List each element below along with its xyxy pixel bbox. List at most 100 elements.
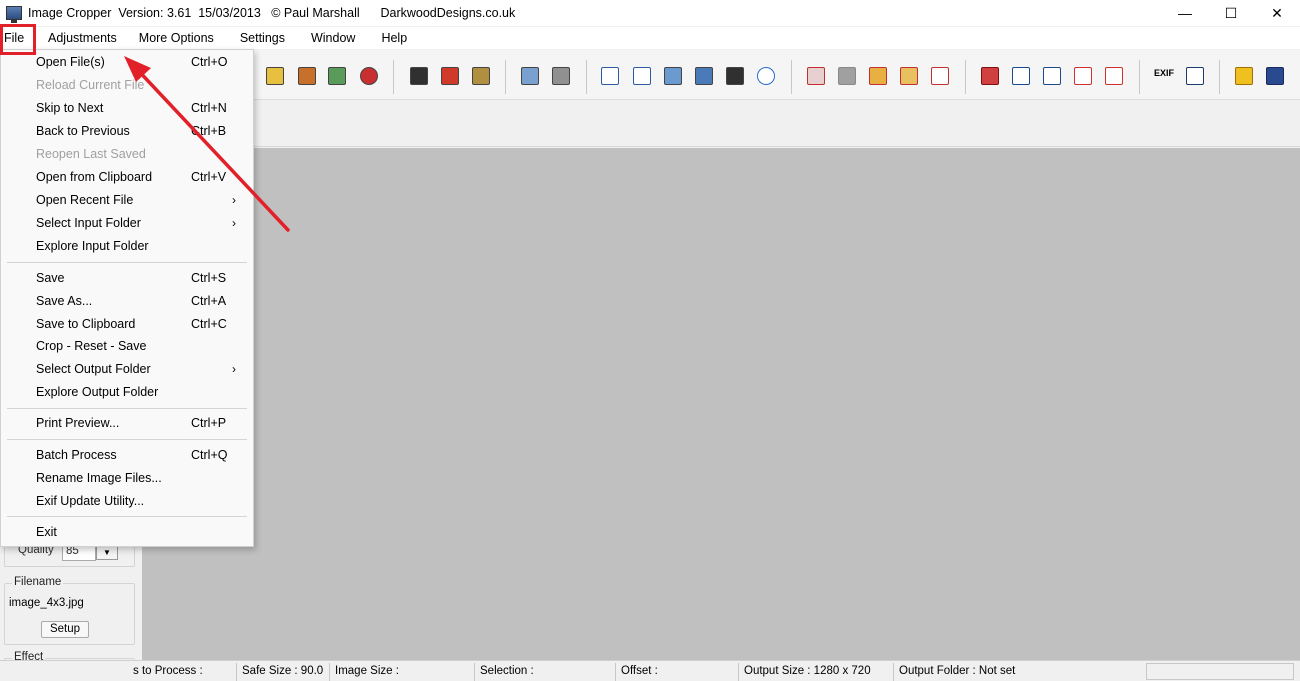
menu-separator bbox=[7, 516, 247, 517]
save-icon[interactable] bbox=[410, 67, 428, 85]
settings-icon[interactable] bbox=[360, 67, 378, 85]
menu-settings[interactable]: Settings bbox=[224, 27, 295, 49]
grid-fine-icon[interactable] bbox=[1043, 67, 1061, 85]
menu-batch-process[interactable]: Batch Process Ctrl+Q bbox=[1, 444, 253, 467]
toolbar-divider bbox=[505, 60, 506, 94]
maximize-button[interactable]: ☐ bbox=[1208, 0, 1254, 26]
menu-print-preview[interactable]: Print Preview... Ctrl+P bbox=[1, 412, 253, 435]
menu-save[interactable]: Save Ctrl+S bbox=[1, 267, 253, 290]
setup-button[interactable]: Setup bbox=[41, 621, 89, 638]
rotate-left-icon[interactable] bbox=[601, 67, 619, 85]
menu-exit[interactable]: Exit bbox=[1, 521, 253, 544]
menu-window[interactable]: Window bbox=[295, 27, 365, 49]
menu-separator bbox=[7, 408, 247, 409]
menu-more-options[interactable]: More Options bbox=[127, 27, 224, 49]
menu-item-label: Batch Process bbox=[36, 448, 117, 462]
menu-item-label: Open from Clipboard bbox=[36, 170, 153, 184]
toolbar-divider bbox=[791, 60, 792, 94]
menu-skip-to-next[interactable]: Skip to Next Ctrl+N bbox=[1, 97, 253, 120]
filename-group-title: Filename bbox=[12, 576, 64, 588]
menu-crop-reset-save[interactable]: Crop - Reset - Save bbox=[1, 335, 253, 358]
menu-bar: File Adjustments More Options Settings W… bbox=[0, 27, 1300, 49]
status-selection: Selection : bbox=[474, 663, 615, 681]
status-offset: Offset : bbox=[615, 663, 738, 681]
crop-center-icon[interactable] bbox=[900, 67, 918, 85]
crop-back-icon[interactable] bbox=[807, 67, 825, 85]
filename-value: image_4x3.jpg bbox=[9, 597, 84, 609]
menu-item-shortcut: Ctrl+A bbox=[191, 294, 227, 308]
toolbar-divider bbox=[1219, 60, 1220, 94]
menu-open-from-clipboard[interactable]: Open from Clipboard Ctrl+V bbox=[1, 166, 253, 189]
menu-help[interactable]: Help bbox=[365, 27, 417, 49]
menu-open-files[interactable]: Open File(s) Ctrl+O bbox=[1, 51, 253, 74]
print-icon[interactable] bbox=[328, 67, 346, 85]
save-all-icon[interactable] bbox=[472, 67, 490, 85]
menu-save-to-clipboard[interactable]: Save to Clipboard Ctrl+C bbox=[1, 313, 253, 336]
menu-item-label: Open File(s) bbox=[36, 55, 105, 69]
quality-dropdown-button[interactable]: ▼ bbox=[96, 546, 118, 560]
menu-select-output-folder[interactable]: Select Output Folder › bbox=[1, 358, 253, 381]
image-canvas[interactable] bbox=[142, 148, 1300, 660]
flip-icon[interactable] bbox=[695, 67, 713, 85]
menu-item-label: Save to Clipboard bbox=[36, 317, 136, 331]
menu-explore-input-folder[interactable]: Explore Input Folder bbox=[1, 235, 253, 258]
menu-item-label: Back to Previous bbox=[36, 124, 130, 138]
file-menu-highlight bbox=[0, 24, 36, 55]
save-as-icon[interactable] bbox=[441, 67, 459, 85]
menu-reload-current-file: Reload Current File bbox=[1, 74, 253, 97]
status-image-size: Image Size : bbox=[329, 663, 474, 681]
title-bar: Image Cropper Version: 3.61 15/03/2013 ©… bbox=[0, 0, 1300, 26]
menu-explore-output-folder[interactable]: Explore Output Folder bbox=[1, 381, 253, 404]
window-controls: — ☐ ✕ bbox=[1162, 0, 1300, 26]
crop-fit-icon[interactable] bbox=[869, 67, 887, 85]
menu-item-label: Reload Current File bbox=[36, 78, 145, 92]
close-button[interactable]: ✕ bbox=[1254, 0, 1300, 26]
menu-exif-update-utility[interactable]: Exif Update Utility... bbox=[1, 490, 253, 513]
menu-back-to-previous[interactable]: Back to Previous Ctrl+B bbox=[1, 120, 253, 143]
status-extra-panel bbox=[1146, 663, 1294, 680]
grid-icon[interactable] bbox=[1012, 67, 1030, 85]
crop-fill-icon[interactable] bbox=[838, 67, 856, 85]
status-files-to-process: s to Process : bbox=[133, 665, 203, 677]
status-output-folder: Output Folder : Not set bbox=[893, 663, 1143, 681]
menu-select-input-folder[interactable]: Select Input Folder › bbox=[1, 212, 253, 235]
menu-item-label: Save bbox=[36, 271, 65, 285]
menu-item-label: Skip to Next bbox=[36, 101, 104, 115]
app-icon bbox=[6, 6, 22, 23]
open-icon[interactable] bbox=[266, 67, 284, 85]
undo-icon[interactable] bbox=[757, 67, 775, 85]
minimize-button[interactable]: — bbox=[1162, 0, 1208, 26]
preview-icon[interactable] bbox=[981, 67, 999, 85]
rotate-right-icon[interactable] bbox=[633, 67, 651, 85]
paste-icon[interactable] bbox=[552, 67, 570, 85]
menu-open-recent-file[interactable]: Open Recent File › bbox=[1, 189, 253, 212]
status-safe-size: Safe Size : 90.0 bbox=[236, 663, 328, 681]
menu-item-label: Rename Image Files... bbox=[36, 471, 162, 485]
window-title: Image Cropper Version: 3.61 15/03/2013 ©… bbox=[28, 6, 516, 20]
menu-separator bbox=[7, 262, 247, 263]
toolbar-divider bbox=[965, 60, 966, 94]
folder-f-icon[interactable] bbox=[1235, 67, 1253, 85]
window-icon[interactable] bbox=[1266, 67, 1284, 85]
frame-icon[interactable] bbox=[1074, 67, 1092, 85]
menu-item-label: Open Recent File bbox=[36, 193, 134, 207]
open-folder-icon[interactable] bbox=[298, 67, 316, 85]
menu-rename-image-files[interactable]: Rename Image Files... bbox=[1, 467, 253, 490]
menu-adjustments[interactable]: Adjustments bbox=[36, 27, 127, 49]
menu-item-shortcut: Ctrl+C bbox=[191, 317, 227, 331]
menu-item-label: Save As... bbox=[36, 294, 93, 308]
copy-icon[interactable] bbox=[521, 67, 539, 85]
menu-item-label: Select Output Folder bbox=[36, 362, 151, 376]
info-icon[interactable] bbox=[1186, 67, 1204, 85]
status-bar: s to Process : Safe Size : 90.0 Image Si… bbox=[0, 660, 1300, 681]
exif-icon[interactable]: EXIF bbox=[1154, 69, 1174, 78]
rotate-free-icon[interactable] bbox=[664, 67, 682, 85]
menu-reopen-last-saved: Reopen Last Saved bbox=[1, 143, 253, 166]
toolbar-divider bbox=[393, 60, 394, 94]
menu-separator bbox=[7, 439, 247, 440]
straighten-icon[interactable] bbox=[726, 67, 744, 85]
crop-width-icon[interactable] bbox=[931, 67, 949, 85]
hash-grid-icon[interactable] bbox=[1105, 67, 1123, 85]
menu-save-as[interactable]: Save As... Ctrl+A bbox=[1, 290, 253, 313]
submenu-arrow-icon: › bbox=[232, 216, 236, 230]
